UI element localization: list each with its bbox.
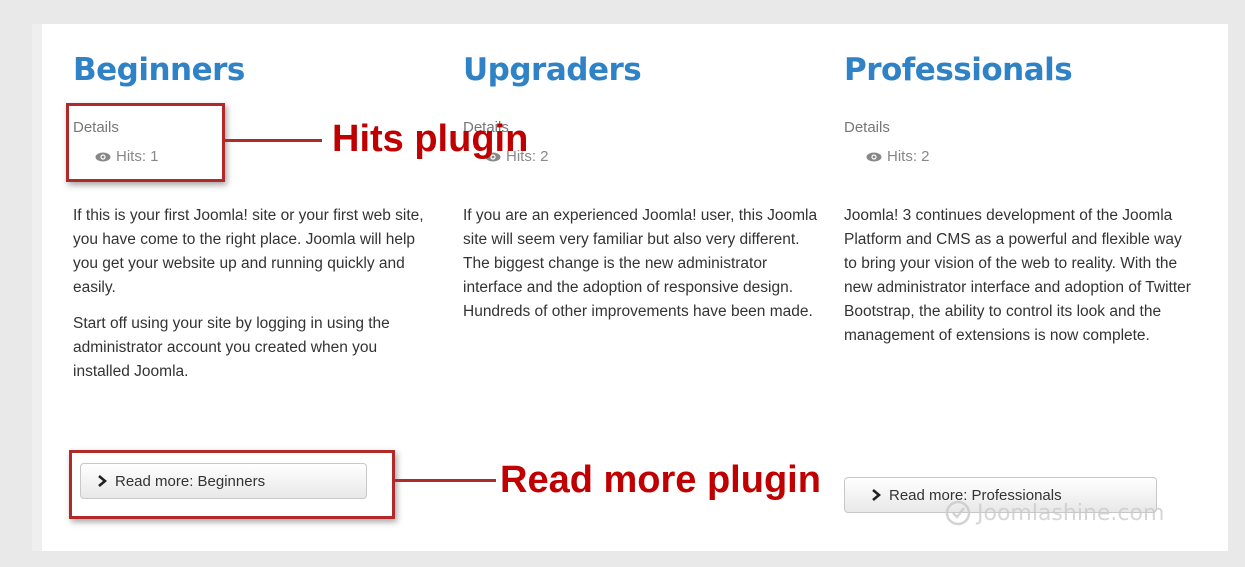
- panel-border: [32, 24, 42, 551]
- article-title[interactable]: Professionals: [844, 52, 1073, 88]
- details-label: Details: [844, 119, 890, 136]
- article-paragraph: Start off using your site by logging in …: [73, 315, 390, 380]
- watermark: Joomlashine.com: [945, 500, 1164, 526]
- article-intro: Joomla! 3 continues development of the J…: [844, 204, 1194, 360]
- hits-info: Hits: 2: [866, 148, 930, 165]
- hits-count: Hits: 2: [887, 148, 930, 165]
- article-intro: If this is your first Joomla! site or yo…: [73, 204, 435, 396]
- read-more-annotation-line: [392, 479, 496, 482]
- read-more-highlight-box: [69, 450, 395, 519]
- article-intro: If you are an experienced Joomla! user, …: [463, 204, 819, 336]
- chevron-right-icon: [872, 489, 881, 501]
- hits-highlight-box: [66, 103, 225, 182]
- eye-icon: [866, 152, 882, 161]
- article-title[interactable]: Beginners: [73, 52, 245, 88]
- watermark-text: Joomlashine.com: [977, 500, 1165, 526]
- article-title[interactable]: Upgraders: [463, 52, 642, 88]
- hits-annotation-line: [222, 139, 322, 142]
- article-paragraph: Joomla! 3 continues development of the J…: [844, 207, 1191, 344]
- joomlashine-logo-icon: [945, 500, 971, 526]
- article-paragraph: If you are an experienced Joomla! user, …: [463, 207, 818, 320]
- read-more-plugin-annotation: Read more plugin: [500, 459, 821, 501]
- article-paragraph: If this is your first Joomla! site or yo…: [73, 207, 424, 296]
- hits-plugin-annotation: Hits plugin: [332, 118, 529, 160]
